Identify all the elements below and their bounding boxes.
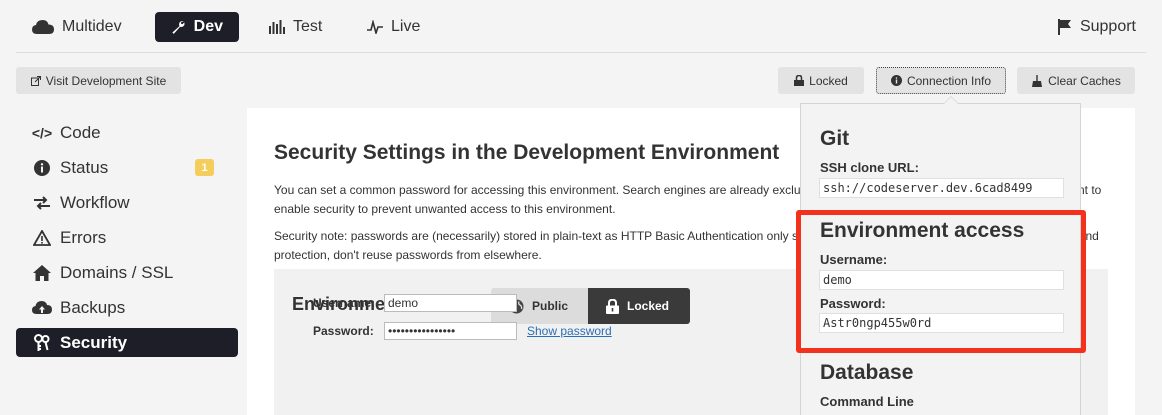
password-input[interactable]: ••••••••••••••••	[384, 322, 517, 340]
sidebar-item-code[interactable]: </> Code	[16, 118, 238, 147]
status-badge: 1	[195, 159, 214, 176]
tab-test-label: Test	[293, 18, 323, 35]
show-password-link[interactable]: Show password	[527, 324, 612, 338]
visit-site-label: Visit Development Site	[45, 73, 167, 88]
username-input[interactable]: demo	[384, 294, 517, 312]
tab-live[interactable]: Live	[357, 12, 430, 42]
connection-info-label: Connection Info	[906, 73, 992, 88]
password-row: Password: •••••••••••••••• Show password	[313, 322, 612, 340]
code-icon: </>	[31, 124, 53, 141]
clear-caches-button[interactable]: Clear Caches	[1017, 67, 1135, 94]
sidebar-item-label: Workflow	[60, 192, 130, 212]
sidebar-item-domains[interactable]: Domains / SSL	[16, 258, 238, 287]
sidebar-item-errors[interactable]: Errors	[16, 223, 238, 252]
sidebar-item-status[interactable]: Status 1	[16, 153, 238, 182]
sidebar: </> Code Status 1 Workflow Errors Domain…	[16, 118, 238, 363]
broom-icon	[1032, 74, 1043, 87]
cloud-icon	[32, 20, 54, 34]
visit-site-button[interactable]: Visit Development Site	[16, 67, 181, 94]
public-label: Public	[532, 299, 569, 313]
lock-icon	[794, 75, 805, 86]
locked-button[interactable]: Locked	[778, 67, 864, 94]
wrench-icon	[172, 21, 185, 34]
cloud-upload-icon	[32, 300, 52, 315]
sidebar-item-security[interactable]: Security	[16, 328, 238, 357]
tab-test[interactable]: Test	[259, 12, 332, 42]
flag-icon	[1057, 19, 1071, 35]
support-link[interactable]: Support	[1048, 12, 1146, 42]
info-icon	[32, 159, 52, 176]
sidebar-item-workflow[interactable]: Workflow	[16, 188, 238, 217]
ssh-clone-label: SSH clone URL:	[820, 160, 919, 175]
ssh-clone-url-field[interactable]: ssh://codeserver.dev.6cad8499	[819, 178, 1064, 198]
locked-option-label: Locked	[627, 299, 670, 313]
tab-multidev[interactable]: Multidev	[22, 12, 132, 42]
locked-label: Locked	[809, 73, 848, 88]
database-heading: Database	[820, 361, 914, 384]
keys-icon	[32, 333, 52, 352]
sidebar-item-label: Domains / SSL	[60, 262, 174, 282]
tab-dev[interactable]: Dev	[155, 12, 239, 42]
command-line-label: Command Line	[820, 394, 914, 409]
workflow-icon	[32, 195, 52, 210]
sidebar-item-label: Errors	[60, 227, 107, 247]
password-label: Password:	[313, 324, 374, 338]
username-row: Username: demo	[313, 294, 517, 312]
clear-caches-label: Clear Caches	[1048, 73, 1121, 88]
environment-nav: Multidev Dev Test Live Support	[16, 0, 1146, 53]
username-label: Username:	[313, 296, 376, 310]
tab-multidev-label: Multidev	[62, 18, 122, 35]
sidebar-item-label: Status	[60, 157, 109, 177]
warning-icon	[32, 229, 52, 246]
sidebar-item-label: Backups	[60, 297, 126, 317]
external-link-icon	[30, 75, 41, 86]
connection-info-button[interactable]: Connection Info	[876, 67, 1006, 94]
access-toggle: Public Locked	[491, 288, 690, 324]
lock-icon	[606, 298, 619, 314]
support-label: Support	[1079, 18, 1136, 35]
highlight-box	[796, 210, 1086, 353]
page-title: Security Settings in the Development Env…	[274, 141, 780, 164]
git-heading: Git	[820, 127, 850, 150]
tab-live-label: Live	[391, 18, 421, 35]
sidebar-item-label: Code	[60, 122, 101, 142]
home-icon	[32, 264, 52, 281]
popover-caret	[943, 96, 959, 104]
bar-chart-icon	[269, 20, 285, 34]
pulse-icon	[367, 20, 383, 34]
tab-dev-label: Dev	[193, 18, 223, 35]
locked-option[interactable]: Locked	[588, 288, 690, 324]
sidebar-item-label: Security	[60, 332, 128, 352]
sidebar-item-backups[interactable]: Backups	[16, 293, 238, 322]
info-icon	[890, 75, 902, 86]
